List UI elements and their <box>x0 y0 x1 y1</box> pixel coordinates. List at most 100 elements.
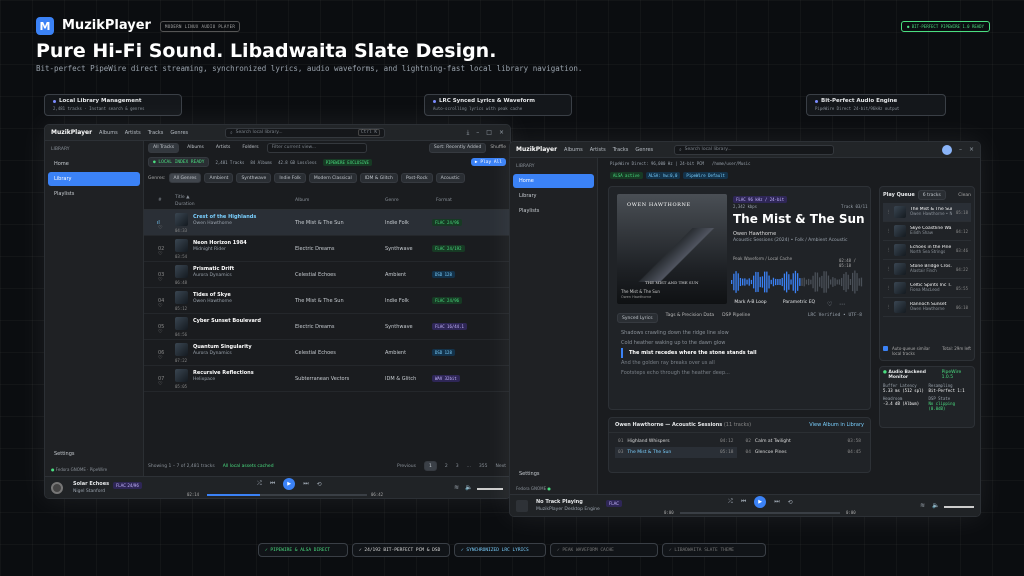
track-artist[interactable]: Owen Hawthorne <box>193 299 232 304</box>
album-track-row[interactable]: 02 Calm at Twilight 03:58 <box>743 436 865 447</box>
volume-slider[interactable] <box>944 506 974 508</box>
tab-tags[interactable]: Tags & Precision Data <box>666 313 715 323</box>
track-album[interactable]: Celestial Echoes <box>295 272 336 278</box>
play-all-button[interactable]: ▶ Play All <box>470 158 506 166</box>
drag-handle-icon[interactable]: ⋮ <box>886 229 891 234</box>
filter-input[interactable]: Filter current view... <box>266 142 367 153</box>
heart-icon[interactable]: ♡ <box>158 381 162 387</box>
maximize-icon[interactable]: □ <box>486 129 492 136</box>
parametric-eq-button[interactable]: Parametric EQ <box>779 300 819 305</box>
heart-icon[interactable]: ♡ <box>158 251 162 257</box>
drag-handle-icon[interactable]: ⋮ <box>886 286 891 291</box>
repeat-icon[interactable]: ⟲ <box>317 481 322 488</box>
nav-artists[interactable]: Artists <box>125 130 141 136</box>
track-artist[interactable]: Aurora Dynamics <box>193 273 232 278</box>
shuffle-button[interactable]: Shuffle <box>490 145 506 150</box>
volume-icon[interactable]: 🔈 <box>932 502 939 509</box>
drag-handle-icon[interactable]: ⋮ <box>886 267 891 272</box>
heart-icon[interactable]: ♡ <box>158 225 162 231</box>
sidebar-item-settings[interactable]: Settings <box>513 467 546 481</box>
sidebar-item-settings[interactable]: Settings <box>48 447 81 461</box>
lyric-line[interactable]: The mist recedes where the stone stands … <box>621 348 858 358</box>
avatar[interactable] <box>941 144 952 155</box>
heart-icon[interactable]: ♡ <box>827 301 832 308</box>
track-title[interactable]: Tides of Skye <box>193 292 231 298</box>
waveform[interactable] <box>731 269 863 295</box>
page-1[interactable]: 1 <box>424 461 437 471</box>
nav-genres[interactable]: Genres <box>170 130 188 136</box>
minimize-icon[interactable]: – <box>959 146 962 153</box>
mark-ab-loop-button[interactable]: Mark A-B Loop <box>733 300 768 305</box>
page-last[interactable]: 355 <box>479 464 488 469</box>
nav-genres[interactable]: Genres <box>635 147 653 153</box>
nav-albums[interactable]: Albums <box>564 147 583 153</box>
heart-icon[interactable]: ♡ <box>158 329 162 335</box>
track-title[interactable]: Neon Horizon 1984 <box>193 240 247 246</box>
genre-acoustic[interactable]: Acoustic <box>435 173 465 183</box>
heart-icon[interactable]: ♡ <box>158 303 162 309</box>
queue-item[interactable]: ⋮The Mist & The SunOwen Hawthorne • Now … <box>883 203 971 222</box>
lyric-line[interactable]: Cold heather waking up to the dawn glow <box>621 338 858 348</box>
lyric-line[interactable]: Footsteps echo through the heather deep.… <box>621 368 858 378</box>
album-track-row[interactable]: 04 Glencoe Pines 04:45 <box>743 447 865 458</box>
track-album[interactable]: Electric Dreams <box>295 246 335 252</box>
queue-item[interactable]: ⋮ Stone Bridge Cros... Alastair Finch 04:22 <box>883 260 971 279</box>
table-row[interactable]: ıl Crest of the Highlands Owen Hawthorne 04… <box>144 210 510 236</box>
table-row[interactable]: 03 Prismatic Drift Aurora Dynamics 06:48 ♡ Ce… <box>144 262 510 288</box>
queue-item[interactable]: ⋮ Celtic Spirits Inc T... Fiona MacLeod 05:… <box>883 279 971 298</box>
drag-handle-icon[interactable]: ⋮ <box>886 305 891 310</box>
next-icon[interactable]: ⏭ <box>774 498 779 506</box>
sort-dropdown[interactable]: Sort: Recently Added <box>428 142 487 153</box>
track-title[interactable]: Prismatic Drift <box>193 266 234 272</box>
tab-folders[interactable]: Folders <box>238 144 262 152</box>
genre-idm[interactable]: IDM & Glitch <box>359 173 398 183</box>
track-artist[interactable]: Owen Hawthorne <box>733 231 776 237</box>
sidebar-item-playlists[interactable]: Playlists <box>513 204 594 218</box>
track-album[interactable]: Celestial Echoes <box>295 350 336 356</box>
genre-ambient[interactable]: Ambient <box>204 173 234 183</box>
track-album[interactable]: Electric Dreams <box>295 324 335 330</box>
track-album[interactable]: The Mist & The Sun <box>295 298 344 304</box>
genre-post-rock[interactable]: Post-Rock <box>400 173 433 183</box>
nav-albums[interactable]: Albums <box>99 130 118 136</box>
progress-bar[interactable] <box>680 512 840 514</box>
close-icon[interactable]: × <box>499 129 504 136</box>
table-row[interactable]: 02 Neon Horizon 1984 Midnight Rider 03:54 ♡ E… <box>144 236 510 262</box>
play-button[interactable]: ▶ <box>283 478 296 490</box>
search-input[interactable]: ⌕ Search local library... Ctrl K <box>225 127 386 138</box>
queue-item[interactable]: ⋮ Rannoch Sunset Owen Hawthorne 06:10 <box>883 298 971 317</box>
sidebar-item-library[interactable]: Library <box>48 172 140 186</box>
track-artist[interactable]: Midnight Rider <box>193 247 226 252</box>
equalizer-icon[interactable]: ≋ <box>920 502 925 509</box>
lyric-line[interactable]: Shadows crawling down the ridge line slo… <box>621 328 858 338</box>
tab-all-tracks[interactable]: All Tracks <box>148 142 180 153</box>
track-title[interactable]: Crest of the Highlands <box>193 214 256 220</box>
table-row[interactable]: 05 Cyber Sunset Boulevard 04:56 ♡ Electric D… <box>144 314 510 340</box>
sidebar-item-home[interactable]: Home <box>48 157 140 171</box>
genre-all[interactable]: All Genres <box>168 173 202 183</box>
genre-modern-classical[interactable]: Modern Classical <box>308 173 357 183</box>
track-title[interactable]: Quantum Singularity <box>193 344 252 350</box>
download-icon[interactable]: ⤓ <box>467 129 470 137</box>
prev-icon[interactable]: ⏮ <box>270 480 275 488</box>
table-row[interactable]: 04 Tides of Skye Owen Hawthorne 05:12 ♡ The M… <box>144 288 510 314</box>
search-input[interactable]: ⌕ Search local library... <box>674 144 835 155</box>
album-track-row[interactable]: 01 Highland Whispers 04:12 <box>615 436 737 447</box>
sidebar-item-home[interactable]: Home <box>513 174 594 188</box>
track-artist[interactable]: Aurora Dynamics <box>193 351 232 356</box>
volume-icon[interactable]: 🔈 <box>465 484 472 491</box>
pagination-prev[interactable]: Previous <box>397 464 416 469</box>
next-icon[interactable]: ⏭ <box>303 480 308 488</box>
tab-albums[interactable]: Albums <box>183 144 208 152</box>
genre-synthwave[interactable]: Synthwave <box>236 173 272 183</box>
drag-handle-icon[interactable]: ⋮ <box>886 248 891 253</box>
shuffle-icon[interactable]: ⤮ <box>728 498 733 506</box>
equalizer-icon[interactable]: ≋ <box>454 484 459 491</box>
queue-item[interactable]: ⋮ Echoes in the Pine North Sea Strings 03:4… <box>883 241 971 260</box>
track-artist[interactable]: Owen Hawthorne <box>193 221 232 226</box>
drag-handle-icon[interactable]: ⋮ <box>886 210 891 215</box>
track-artist[interactable]: Helixpace <box>193 377 215 382</box>
view-album-link[interactable]: View Album in Library <box>809 422 864 428</box>
track-title[interactable]: Recursive Reflections <box>193 370 254 376</box>
queue-item[interactable]: ⋮ Skye Coastline Wa... Eilidh Shaw 04:12 <box>883 222 971 241</box>
